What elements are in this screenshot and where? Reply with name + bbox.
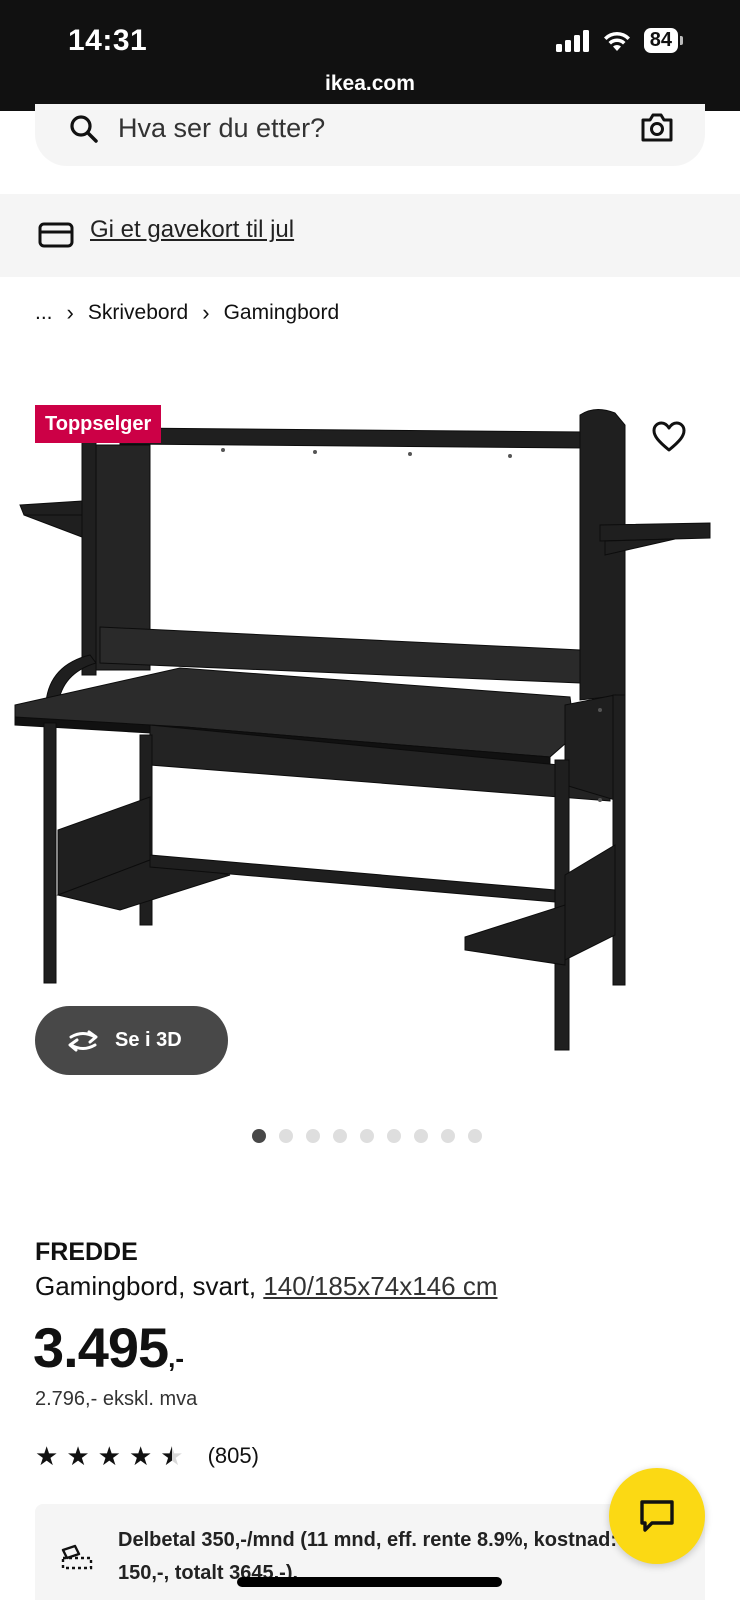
gallery-dot[interactable]: [333, 1129, 347, 1143]
gift-card-banner: Gi et gavekort til jul: [0, 194, 740, 277]
signal-icon: [555, 29, 589, 52]
search-bar[interactable]: Hva ser du etter?: [35, 104, 705, 166]
gallery-pagination[interactable]: [252, 1129, 482, 1143]
breadcrumb-ellipsis[interactable]: ...: [35, 301, 53, 325]
breadcrumb-item-skrivebord[interactable]: Skrivebord: [88, 301, 188, 325]
status-bar: 14:31 84 ikea.com: [0, 0, 740, 111]
search-icon: [70, 115, 98, 143]
gallery-dot[interactable]: [360, 1129, 374, 1143]
breadcrumb-item-gamingbord[interactable]: Gamingbord: [224, 301, 340, 325]
star-full-icon: ★: [35, 1441, 59, 1471]
gallery-dot[interactable]: [414, 1129, 428, 1143]
star-full-icon: ★: [97, 1441, 121, 1471]
camera-search-icon[interactable]: [639, 110, 675, 144]
breadcrumb: ... › Skrivebord › Gamingbord: [35, 300, 339, 326]
breadcrumb-separator: ›: [66, 300, 74, 325]
gallery-dot[interactable]: [441, 1129, 455, 1143]
star-full-icon: ★: [66, 1441, 90, 1471]
product-description: Gamingbord, svart, 140/185x74x146 cm: [35, 1271, 497, 1302]
product-type: Gamingbord, svart,: [35, 1271, 264, 1301]
rotate-3d-icon: [68, 1030, 98, 1051]
top-seller-badge: Toppselger: [35, 405, 162, 443]
gallery-dot[interactable]: [468, 1129, 482, 1143]
gallery-dot[interactable]: [306, 1129, 320, 1143]
search-input[interactable]: Hva ser du etter?: [118, 113, 325, 144]
star-full-icon: ★: [128, 1441, 153, 1471]
product-image[interactable]: [10, 405, 730, 1085]
battery-indicator: 84: [643, 28, 684, 53]
product-price: 3.495,-: [33, 1315, 184, 1380]
gift-card-link[interactable]: Gi et gavekort til jul: [90, 216, 294, 244]
installment-icon: [61, 1544, 93, 1570]
status-icons: 84: [555, 28, 684, 53]
wifi-icon: [603, 31, 630, 51]
price-suffix: ,-: [168, 1343, 185, 1373]
price-ex-vat: 2.796,- ekskl. mva: [35, 1388, 198, 1410]
gift-card-icon: [38, 222, 74, 248]
gallery-dot[interactable]: [279, 1129, 293, 1143]
status-time: 14:31: [68, 24, 148, 57]
breadcrumb-separator: ›: [202, 300, 210, 325]
home-indicator: [237, 1577, 502, 1587]
rating-count[interactable]: (805): [208, 1443, 259, 1469]
product-dimensions-link[interactable]: 140/185x74x146 cm: [263, 1271, 497, 1301]
product-brand: FREDDE: [35, 1238, 138, 1266]
price-main: 3.495: [33, 1316, 169, 1379]
chat-bubble-icon: [640, 1500, 674, 1532]
gallery-dot[interactable]: [387, 1129, 401, 1143]
star-half-icon: ★: [160, 1441, 184, 1471]
favorite-heart-icon[interactable]: [652, 421, 686, 453]
browser-url[interactable]: ikea.com: [0, 72, 740, 96]
chat-button[interactable]: [609, 1468, 705, 1564]
view-3d-button[interactable]: Se i 3D: [35, 1006, 228, 1075]
view-3d-label: Se i 3D: [115, 1029, 182, 1051]
product-rating[interactable]: ★ ★ ★ ★ ★ (805): [35, 1443, 259, 1469]
gallery-dot[interactable]: [252, 1129, 266, 1143]
